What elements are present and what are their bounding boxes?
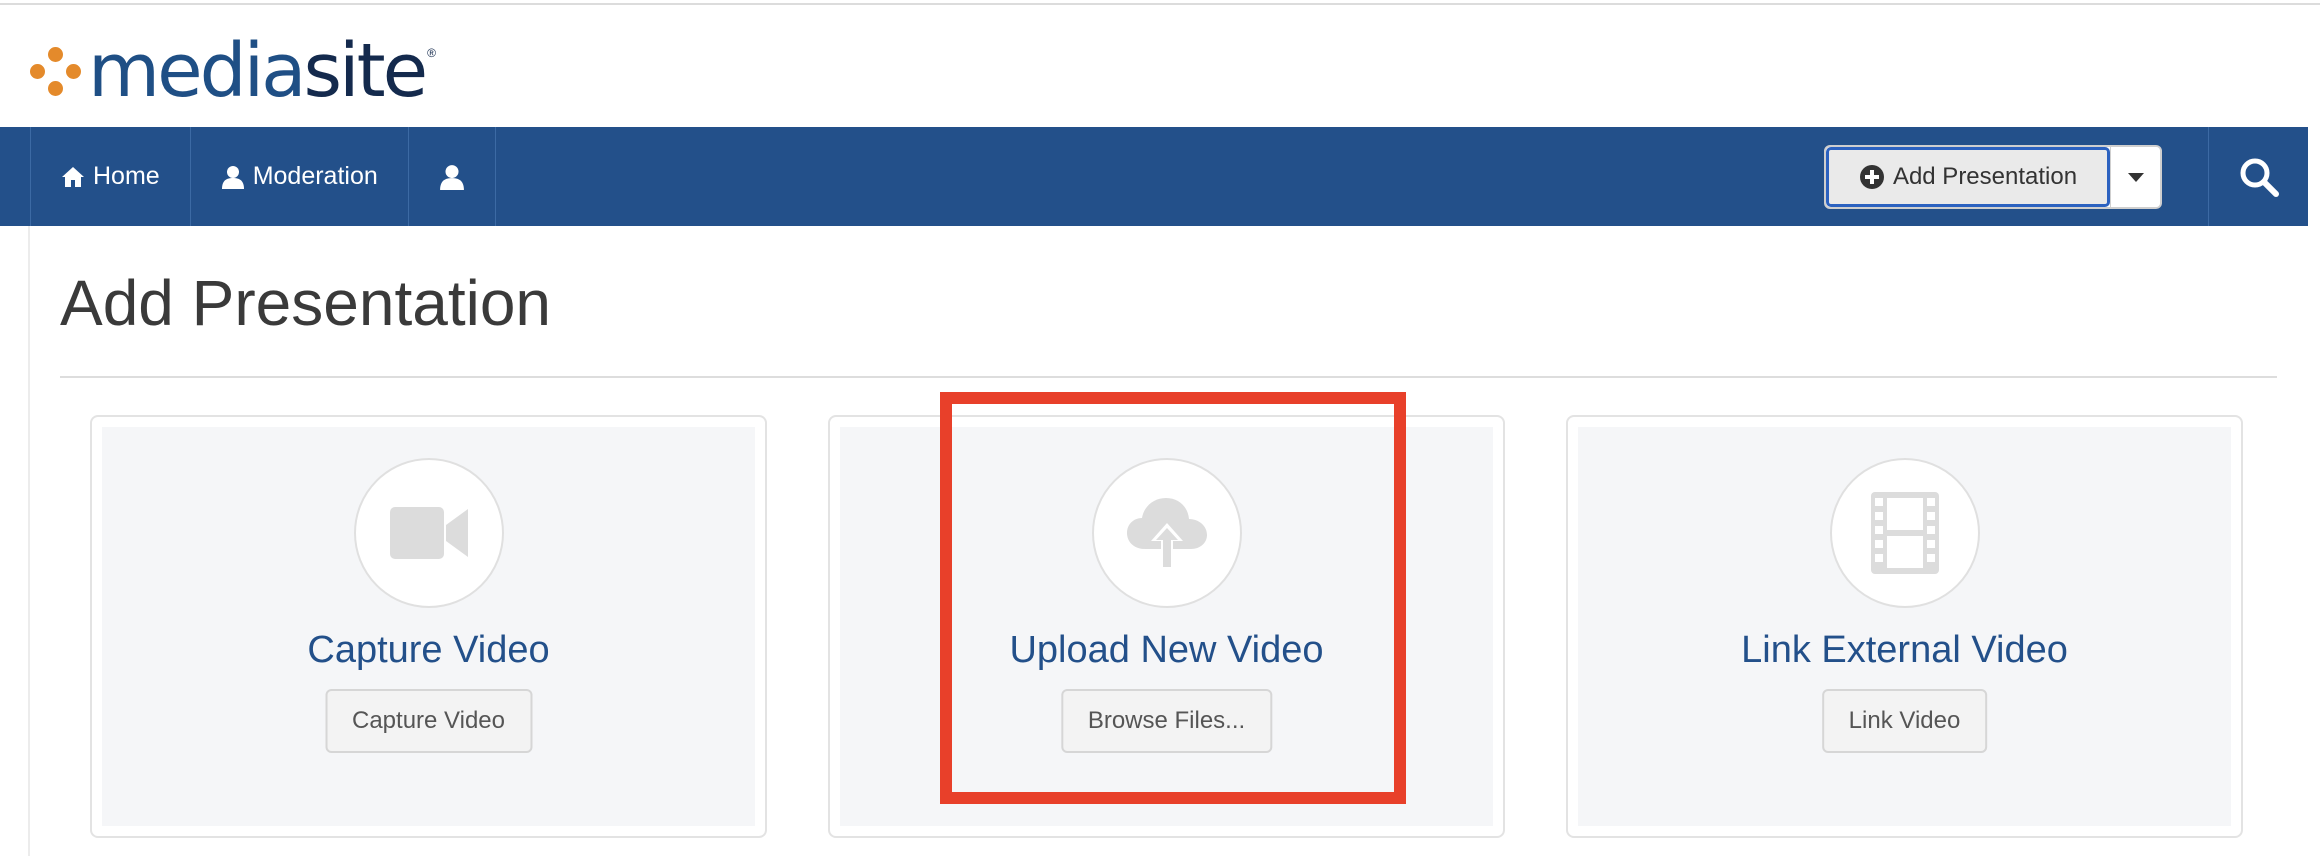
search-button[interactable] [2208,127,2308,226]
film-icon [1870,492,1939,574]
add-presentation-label: Add Presentation [1892,163,2078,190]
page-title: Add Presentation [60,267,551,339]
logo-wordmark-part2: site [303,28,429,114]
card-icon-circle [1829,458,1980,608]
link-video-button[interactable]: Link Video [1821,689,1988,753]
nav-item-profile[interactable] [407,127,496,226]
add-presentation-dropdown[interactable] [2110,147,2160,207]
title-divider [60,376,2277,378]
nav-item-home[interactable]: Home [30,127,190,226]
home-icon [62,166,84,187]
user-icon [439,164,464,190]
card-title: Capture Video [307,629,550,671]
user-icon [221,165,244,189]
logo-dots-icon [26,41,82,101]
capture-video-card: Capture Video Capture Video [90,415,767,838]
mediasite-logo[interactable]: mediasite ® [26,34,436,108]
card-title: Link External Video [1741,629,2068,671]
card-panel: Link External Video Link Video [1578,427,2231,826]
add-presentation-button[interactable]: Add Presentation [1826,147,2110,207]
logo-wordmark: mediasite [88,34,428,108]
logo-registered-mark: ® [427,46,436,60]
nav-menu: Home Moderation [30,127,496,226]
add-presentation-split-button: Add Presentation [1824,145,2162,209]
nav-item-moderation[interactable]: Moderation [189,127,408,226]
caret-down-icon [2127,172,2144,182]
nav-item-moderation-label: Moderation [252,162,378,190]
nav-item-home-label: Home [93,162,160,190]
card-panel: Capture Video Capture Video [102,427,755,826]
search-icon [2240,158,2279,197]
highlight-annotation-box [940,392,1406,804]
link-external-video-card: Link External Video Link Video [1566,415,2243,838]
top-border [0,0,2320,5]
video-camera-icon [389,507,468,559]
capture-video-button[interactable]: Capture Video [325,689,532,753]
logo-wordmark-part1: media [88,28,306,114]
plus-circle-icon [1859,165,1884,189]
card-icon-circle [353,458,504,608]
